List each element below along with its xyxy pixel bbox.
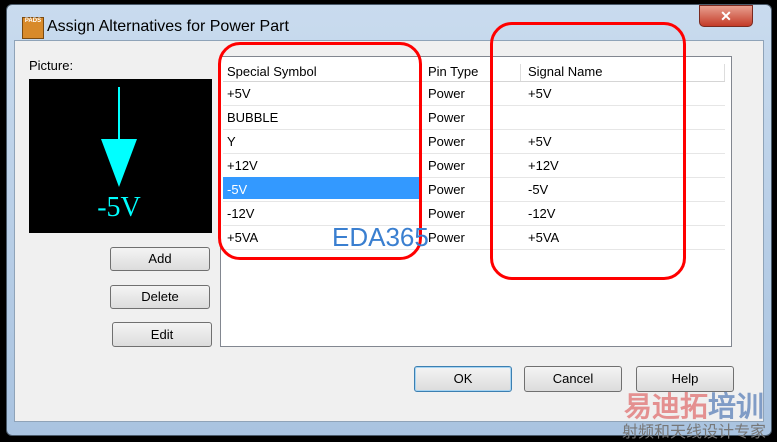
window-title: Assign Alternatives for Power Part bbox=[47, 18, 289, 35]
delete-button[interactable]: Delete bbox=[110, 285, 210, 309]
close-button[interactable]: ✕ bbox=[699, 5, 753, 27]
cell-pin-type[interactable]: Power bbox=[428, 206, 465, 221]
eda365-watermark: EDA365 bbox=[332, 222, 429, 252]
cell-pin-type[interactable]: Power bbox=[428, 230, 465, 245]
ok-button[interactable]: OK bbox=[414, 366, 512, 392]
picture-preview: -5V bbox=[29, 79, 212, 233]
cell-pin-type[interactable]: Power bbox=[428, 134, 465, 149]
annotation-highlight-signal bbox=[490, 22, 686, 280]
app-icon-text: PADS bbox=[24, 18, 42, 24]
picture-symbol-text: -5V bbox=[97, 192, 141, 223]
cell-pin-type[interactable]: Power bbox=[428, 158, 465, 173]
cell-pin-type[interactable]: Power bbox=[428, 86, 465, 101]
pads-app-icon: PADS bbox=[22, 17, 44, 39]
power-symbol-icon: -5V bbox=[97, 87, 141, 223]
cell-pin-type[interactable]: Power bbox=[428, 182, 465, 197]
cn-watermark-sub: 射频和天线设计专家 bbox=[622, 424, 767, 441]
edit-button[interactable]: Edit bbox=[112, 322, 212, 347]
add-button[interactable]: Add bbox=[110, 247, 210, 271]
picture-label: Picture: bbox=[29, 58, 74, 73]
cell-pin-type[interactable]: Power bbox=[428, 110, 465, 125]
cancel-button[interactable]: Cancel bbox=[524, 366, 622, 392]
